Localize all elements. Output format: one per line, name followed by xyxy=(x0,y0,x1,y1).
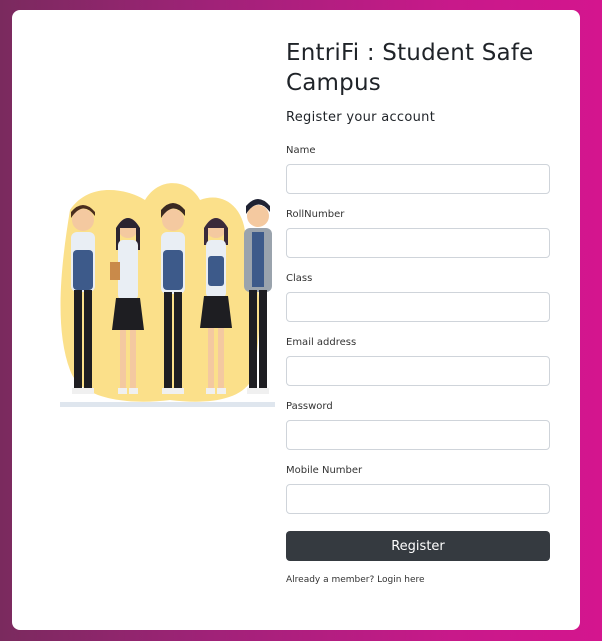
login-link[interactable]: Already a member? Login here xyxy=(286,575,552,585)
rollnumber-field-group: RollNumber xyxy=(286,209,552,273)
mobile-field-group: Mobile Number xyxy=(286,465,552,529)
registration-card: EntriFi : Student Safe Campus Register y… xyxy=(12,10,580,630)
password-label: Password xyxy=(286,401,333,412)
email-field-group: Email address xyxy=(286,337,552,401)
name-label: Name xyxy=(286,145,316,156)
page-title: EntriFi : Student Safe Campus xyxy=(286,40,534,96)
name-input[interactable] xyxy=(286,164,550,194)
page-subtitle: Register your account xyxy=(286,110,436,125)
password-field-group: Password xyxy=(286,401,552,465)
register-button[interactable]: Register xyxy=(286,531,550,561)
rollnumber-label: RollNumber xyxy=(286,209,345,220)
password-input[interactable] xyxy=(286,420,550,450)
email-label: Email address xyxy=(286,337,357,348)
registration-form: EntriFi : Student Safe Campus Register y… xyxy=(286,38,552,585)
rollnumber-input[interactable] xyxy=(286,228,550,258)
mobile-label: Mobile Number xyxy=(286,465,363,476)
name-field-group: Name xyxy=(286,145,552,209)
class-label: Class xyxy=(286,273,313,284)
class-input[interactable] xyxy=(286,292,550,322)
students-illustration xyxy=(60,183,275,407)
email-input[interactable] xyxy=(286,356,550,386)
mobile-input[interactable] xyxy=(286,484,550,514)
class-field-group: Class xyxy=(286,273,552,337)
